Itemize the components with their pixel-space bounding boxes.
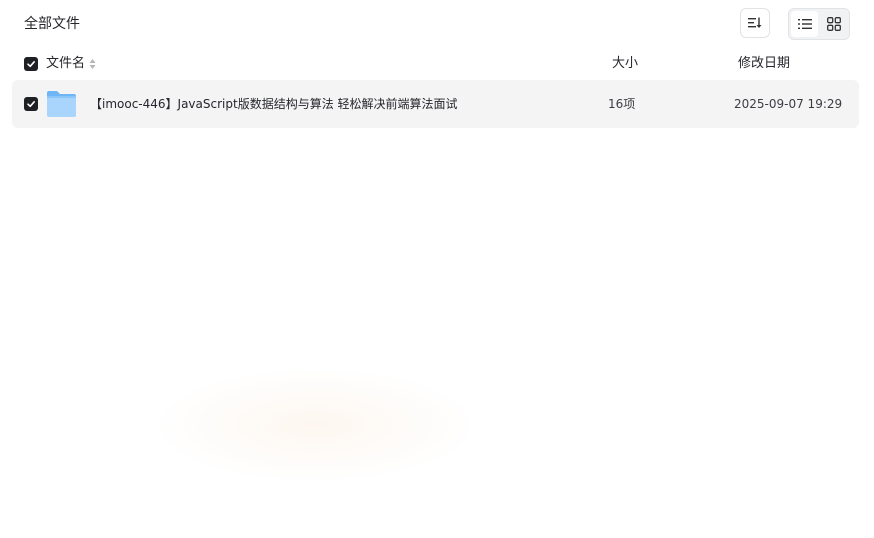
grid-view-icon <box>826 17 841 31</box>
check-icon <box>27 61 35 68</box>
file-modified-date: 2025-09-07 19:29 <box>734 97 843 111</box>
grid-view-button[interactable] <box>820 11 847 37</box>
table-header: 文件名 大小 修改日期 <box>0 52 874 76</box>
breadcrumb[interactable]: 全部文件 <box>24 14 80 34</box>
background-decoration <box>160 370 470 480</box>
column-header-modified[interactable]: 修改日期 <box>738 52 790 76</box>
folder-icon <box>47 91 76 117</box>
view-mode-toggle <box>788 8 850 40</box>
list-view-icon <box>797 19 812 29</box>
file-name[interactable]: 【imooc-446】JavaScript版数据结构与算法 轻松解决前端算法面试 <box>90 94 458 114</box>
file-browser: 全部文件 文件名 大小 修改日期 【imooc-446】JavaScript版数… <box>0 0 874 538</box>
sort-button[interactable] <box>740 8 770 38</box>
sort-toggle-icon[interactable] <box>89 58 96 70</box>
row-checkbox[interactable] <box>24 97 38 111</box>
check-icon <box>27 101 35 108</box>
file-size: 16项 <box>608 97 636 111</box>
table-row[interactable]: 【imooc-446】JavaScript版数据结构与算法 轻松解决前端算法面试… <box>12 80 859 128</box>
select-all-checkbox[interactable] <box>24 57 38 71</box>
list-view-button[interactable] <box>791 11 818 37</box>
sort-descending-icon <box>748 17 762 28</box>
column-header-name[interactable]: 文件名 <box>46 52 85 76</box>
column-header-size[interactable]: 大小 <box>612 52 638 76</box>
